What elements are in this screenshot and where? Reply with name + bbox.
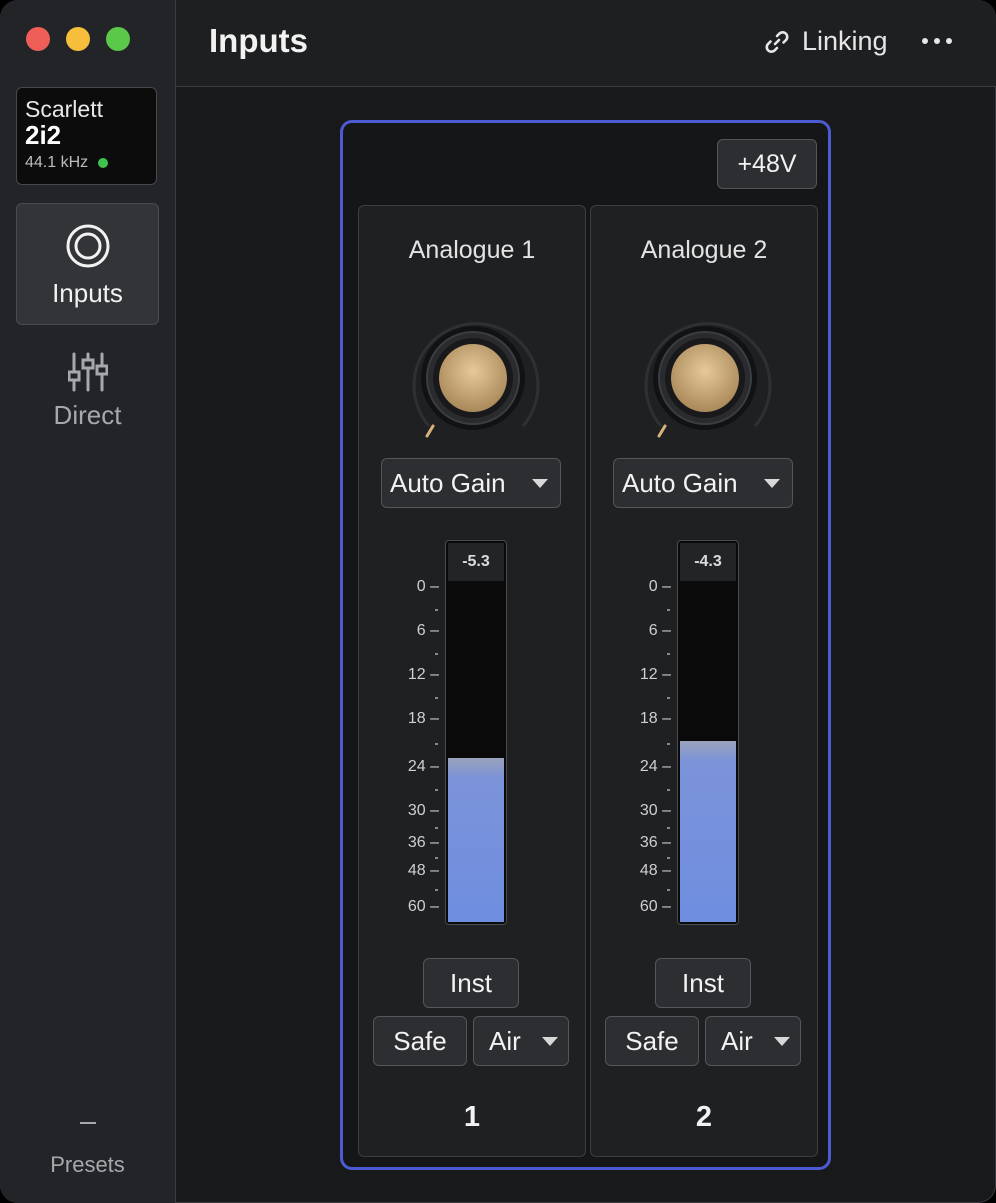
linking-label: Linking xyxy=(802,26,888,56)
sidebar: Scarlett 2i2 44.1 kHz Inputs Direct Pres… xyxy=(0,0,176,1203)
device-name: Scarlett xyxy=(25,96,103,122)
phantom-power-button[interactable]: +48V xyxy=(717,139,817,189)
meter-fill xyxy=(448,758,504,922)
device-card[interactable]: Scarlett 2i2 44.1 kHz xyxy=(16,87,157,185)
app-window: Scarlett 2i2 44.1 kHz Inputs Direct Pres… xyxy=(0,0,996,1203)
meter-minor-tick xyxy=(435,827,438,829)
meter-tick-label: 6 – xyxy=(416,622,439,639)
meter-tick-label: 0 – xyxy=(648,578,671,595)
channel-group: +48V Analogue 1 Auto Gain 0 –6 –12 –18 –… xyxy=(340,120,831,1170)
meter-minor-tick xyxy=(667,609,670,611)
maximize-window-button[interactable] xyxy=(106,27,130,51)
meter-fill xyxy=(680,741,736,922)
meter-tick-label: 24 – xyxy=(407,758,439,775)
meter-tick-label: 6 – xyxy=(648,622,671,639)
nav-label-direct: Direct xyxy=(53,400,122,430)
meter-minor-tick xyxy=(667,789,670,791)
level-meter: -5.3 xyxy=(445,540,507,925)
meter-tick-label: 48 – xyxy=(639,862,671,879)
inst-button[interactable]: Inst xyxy=(423,958,519,1008)
meter-tick-label: 60 – xyxy=(639,898,671,915)
meter-tick-label: 30 – xyxy=(407,802,439,819)
level-meter: -4.3 xyxy=(677,540,739,925)
air-dropdown[interactable]: Air xyxy=(705,1016,801,1066)
meter-tick-label: 18 – xyxy=(639,710,671,727)
chevron-down-icon xyxy=(542,1037,558,1046)
peak-readout: -5.3 xyxy=(448,543,504,581)
chevron-down-icon xyxy=(764,479,780,488)
sample-rate: 44.1 kHz xyxy=(25,154,156,172)
meter-minor-tick xyxy=(435,697,438,699)
meter-tick-label: 18 – xyxy=(407,710,439,727)
nav-item-direct[interactable]: Direct xyxy=(16,330,159,452)
minimize-window-button[interactable] xyxy=(66,27,90,51)
sample-rate-value: 44.1 kHz xyxy=(25,154,89,171)
inputs-icon xyxy=(66,224,109,268)
air-dropdown[interactable]: Air xyxy=(473,1016,569,1066)
meter-minor-tick xyxy=(667,827,670,829)
channel-strip-2: Analogue 2 Auto Gain 0 –6 –12 –18 –24 –3… xyxy=(590,205,818,1157)
meter-tick-label: 24 – xyxy=(639,758,671,775)
meter-tick-label: 60 – xyxy=(407,898,439,915)
meter-minor-tick xyxy=(667,697,670,699)
meter-tick-label: 36 – xyxy=(407,834,439,851)
meter-minor-tick xyxy=(435,743,438,745)
meter-minor-tick xyxy=(667,889,670,891)
meter-minor-tick xyxy=(667,653,670,655)
presets-label: Presets xyxy=(50,1152,125,1177)
air-value: Air xyxy=(721,1025,753,1056)
mixer-sliders-icon xyxy=(67,352,108,392)
linking-button[interactable]: Linking xyxy=(764,26,888,57)
dash-icon xyxy=(79,1122,96,1124)
channel-number: 1 xyxy=(463,1101,481,1133)
air-value: Air xyxy=(489,1025,521,1056)
meter-minor-tick xyxy=(667,857,670,859)
meter-tick-label: 36 – xyxy=(639,834,671,851)
meter-tick-label: 48 – xyxy=(407,862,439,879)
meter-tick-label: 12 – xyxy=(639,666,671,683)
nav-label-inputs: Inputs xyxy=(52,278,123,308)
meter-minor-tick xyxy=(435,857,438,859)
link-icon xyxy=(765,30,789,53)
meter-tick-label: 0 – xyxy=(416,578,439,595)
nav-item-inputs[interactable]: Inputs xyxy=(16,203,159,325)
meter-tick-label: 12 – xyxy=(407,666,439,683)
chevron-down-icon xyxy=(774,1037,790,1046)
meter-minor-tick xyxy=(435,789,438,791)
meter-tick-label: 30 – xyxy=(639,802,671,819)
presets-button[interactable]: Presets xyxy=(0,1108,175,1178)
header: Inputs Linking xyxy=(176,0,996,87)
safe-button[interactable]: Safe xyxy=(373,1016,467,1066)
device-model: 2i2 xyxy=(25,120,62,150)
meter-minor-tick xyxy=(435,609,438,611)
more-icon[interactable] xyxy=(922,38,952,44)
channel-number: 2 xyxy=(695,1101,713,1133)
channel-strip-1: Analogue 1 Auto Gain 0 –6 –12 –18 –24 –3… xyxy=(358,205,586,1157)
meter-minor-tick xyxy=(667,743,670,745)
inst-button[interactable]: Inst xyxy=(655,958,751,1008)
chevron-down-icon xyxy=(532,479,548,488)
safe-button[interactable]: Safe xyxy=(605,1016,699,1066)
status-indicator xyxy=(98,158,109,168)
page-title: Inputs xyxy=(209,22,308,59)
meter-minor-tick xyxy=(435,889,438,891)
close-window-button[interactable] xyxy=(26,27,50,51)
peak-readout: -4.3 xyxy=(680,543,736,581)
meter-minor-tick xyxy=(435,653,438,655)
